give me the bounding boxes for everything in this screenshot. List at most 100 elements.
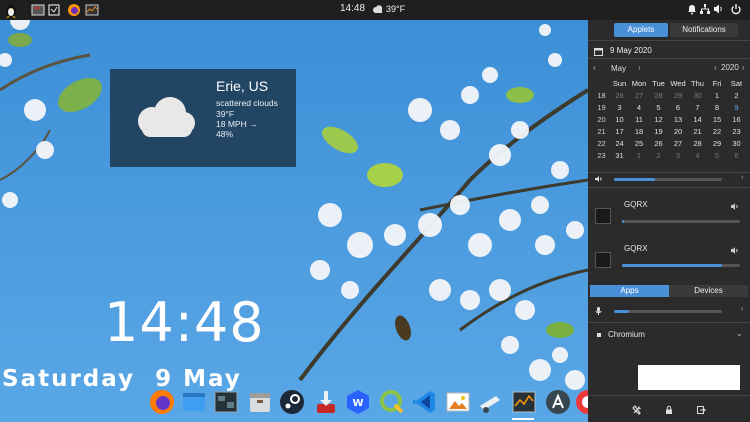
- sidebar-tabs: Applets Notifications: [614, 23, 738, 37]
- calendar-day[interactable]: 31: [610, 150, 629, 162]
- tab-notifications[interactable]: Notifications: [670, 23, 738, 37]
- mic-expand-icon[interactable]: ›: [741, 306, 743, 313]
- dock-qgis-icon[interactable]: [378, 388, 406, 416]
- mic-volume-slider[interactable]: [614, 310, 722, 313]
- prev-year-icon[interactable]: ‹: [714, 63, 717, 72]
- calendar-day[interactable]: 9: [727, 102, 746, 114]
- window-preview[interactable]: [638, 365, 740, 390]
- calendar-day[interactable]: 12: [649, 114, 668, 126]
- calendar-day[interactable]: 13: [669, 114, 688, 126]
- next-year-icon[interactable]: ›: [742, 63, 745, 72]
- next-month-icon[interactable]: ›: [638, 63, 641, 72]
- stream-mute-icon[interactable]: [730, 246, 740, 255]
- panel-clock[interactable]: 14:48: [340, 3, 365, 14]
- prev-month-icon[interactable]: ‹: [593, 63, 596, 72]
- system-monitor-icon[interactable]: [84, 2, 100, 18]
- network-icon[interactable]: [699, 3, 711, 15]
- calendar-day[interactable]: 19: [649, 126, 668, 138]
- dock-kstars-icon[interactable]: [476, 388, 504, 416]
- dock-steam-icon[interactable]: [278, 388, 306, 416]
- dock-image-viewer-icon[interactable]: [444, 388, 472, 416]
- calendar-day[interactable]: 6: [669, 102, 688, 114]
- stream-volume-slider[interactable]: [622, 220, 740, 223]
- calendar-day[interactable]: 27: [669, 138, 688, 150]
- stream-name: GQRX: [624, 200, 648, 209]
- calendar-day[interactable]: 14: [688, 114, 707, 126]
- tab-applets[interactable]: Applets: [614, 23, 668, 37]
- calendar-day[interactable]: 5: [708, 150, 727, 162]
- dock-files-icon[interactable]: [180, 388, 208, 416]
- calendar-day[interactable]: 3: [669, 150, 688, 162]
- calendar-day[interactable]: 29: [708, 138, 727, 150]
- calendar-day[interactable]: 21: [688, 126, 707, 138]
- window-list-item[interactable]: Chromium: [608, 330, 645, 339]
- settings-tools-icon[interactable]: [632, 405, 642, 415]
- calendar-day[interactable]: 20: [669, 126, 688, 138]
- terminal-icon[interactable]: [30, 2, 46, 18]
- week-number: 23: [597, 151, 606, 160]
- calendar-day[interactable]: 16: [727, 114, 746, 126]
- calendar-day[interactable]: 30: [688, 90, 707, 102]
- calendar-day[interactable]: 28: [688, 138, 707, 150]
- calendar-day[interactable]: 1: [630, 150, 649, 162]
- dock-system-monitor-icon[interactable]: [510, 388, 538, 416]
- calendar-day[interactable]: 15: [708, 114, 727, 126]
- stream-volume-slider[interactable]: [622, 264, 740, 267]
- calendar-day[interactable]: 26: [649, 138, 668, 150]
- calendar-day[interactable]: 11: [630, 114, 649, 126]
- calendar-day[interactable]: 5: [649, 102, 668, 114]
- calendar-day[interactable]: 8: [708, 102, 727, 114]
- calendar-day[interactable]: 27: [630, 90, 649, 102]
- stream-mute-icon[interactable]: [730, 202, 740, 211]
- calendar-day[interactable]: 30: [727, 138, 746, 150]
- calendar-day[interactable]: 4: [630, 102, 649, 114]
- dock-vivaldi-icon[interactable]: [574, 388, 588, 416]
- calendar-date-label[interactable]: 9 May 2020: [610, 46, 652, 55]
- microphone-icon[interactable]: [594, 306, 604, 316]
- weather-desklet[interactable]: Erie, US scattered clouds 39°F 18 MPH → …: [110, 69, 296, 167]
- calendar-day[interactable]: 1: [708, 90, 727, 102]
- volume-expand-icon[interactable]: ›: [741, 174, 743, 181]
- dock-app-store-icon[interactable]: [544, 388, 572, 416]
- lock-icon[interactable]: [664, 405, 674, 415]
- logout-icon[interactable]: [696, 405, 706, 415]
- calendar-day[interactable]: 29: [669, 90, 688, 102]
- weather-cloud-icon[interactable]: [372, 5, 384, 13]
- dock-firefox-icon[interactable]: [148, 388, 176, 416]
- dock-vscode-icon[interactable]: [410, 388, 438, 416]
- calendar-day[interactable]: 10: [610, 114, 629, 126]
- dock-archive-icon[interactable]: [246, 388, 274, 416]
- tab-apps[interactable]: Apps: [590, 285, 669, 297]
- calendar-day[interactable]: 2: [727, 90, 746, 102]
- calendar-day[interactable]: 26: [610, 90, 629, 102]
- master-volume-slider[interactable]: [614, 178, 722, 181]
- menu-tux-icon[interactable]: [3, 2, 19, 18]
- calendar-day[interactable]: 17: [610, 126, 629, 138]
- tab-devices[interactable]: Devices: [669, 285, 748, 297]
- calendar-day[interactable]: 2: [649, 150, 668, 162]
- dock-active-indicator: [512, 418, 534, 420]
- dock-wps-writer-icon[interactable]: W: [344, 388, 372, 416]
- calendar-day[interactable]: 3: [610, 102, 629, 114]
- weekday-header: Sat: [730, 79, 743, 88]
- chevron-down-icon[interactable]: ⌄: [736, 329, 743, 338]
- calendar-day[interactable]: 24: [610, 138, 629, 150]
- dock-software-install-icon[interactable]: [312, 388, 340, 416]
- calendar-day[interactable]: 25: [630, 138, 649, 150]
- calendar-day[interactable]: 4: [688, 150, 707, 162]
- calendar-day[interactable]: 6: [727, 150, 746, 162]
- applets-sidebar: Applets Notifications 9 May 2020 ‹ May ›…: [588, 20, 750, 422]
- dock-terminal-icon[interactable]: [212, 388, 240, 416]
- calendar-day[interactable]: 18: [630, 126, 649, 138]
- volume-icon[interactable]: [712, 3, 724, 15]
- panel-weather-temp[interactable]: 39°F: [386, 4, 405, 14]
- firefox-icon[interactable]: [66, 2, 82, 18]
- speaker-icon[interactable]: [594, 175, 603, 183]
- calendar-day[interactable]: 22: [708, 126, 727, 138]
- screenshot-icon[interactable]: [46, 2, 62, 18]
- calendar-day[interactable]: 7: [688, 102, 707, 114]
- notification-bell-icon[interactable]: [686, 3, 698, 15]
- calendar-day[interactable]: 28: [649, 90, 668, 102]
- power-icon[interactable]: [730, 3, 742, 15]
- calendar-day[interactable]: 23: [727, 126, 746, 138]
